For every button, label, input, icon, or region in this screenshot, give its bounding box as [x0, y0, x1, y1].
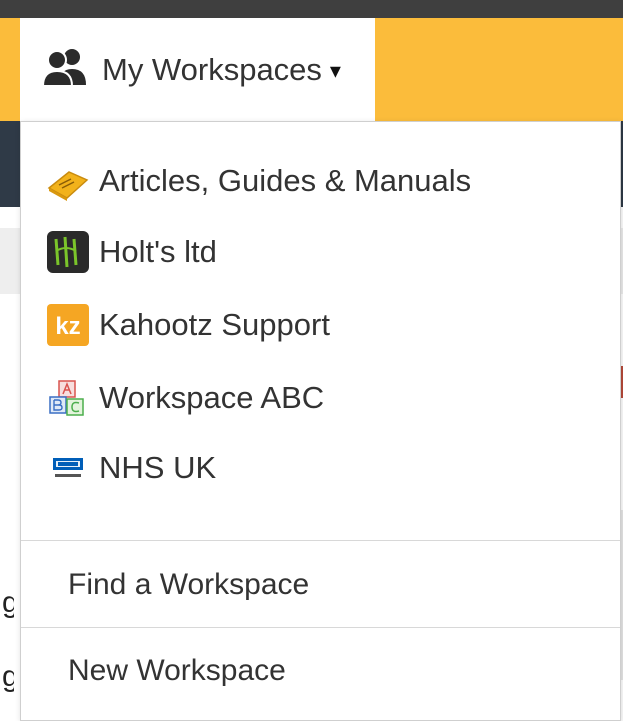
workspace-item-label: Workspace ABC: [99, 380, 325, 415]
kahootz-logo-icon: kz: [45, 302, 91, 348]
page-text-fragment: g: [2, 586, 14, 619]
workspace-item-label: Holt's ltd: [99, 234, 217, 269]
workspace-item-label: Kahootz Support: [99, 307, 330, 342]
caret-down-icon: ▾: [329, 57, 341, 83]
workspace-item-label: Articles, Guides & Manuals: [99, 163, 472, 198]
new-workspace-label: New Workspace: [68, 654, 286, 687]
menu-divider: [21, 540, 620, 541]
abc-blocks-icon: [45, 375, 91, 421]
top-strip: [0, 0, 623, 18]
page-text-fragment: g: [2, 660, 14, 693]
workspace-item-abc[interactable]: Workspace ABC: [21, 368, 620, 428]
my-workspaces-dropdown-toggle[interactable]: My Workspaces ▾: [20, 18, 375, 121]
workspaces-dropdown-menu: Articles, Guides & Manuals Holt's ltd kz…: [20, 121, 621, 721]
workspace-item-kahootz-support[interactable]: kz Kahootz Support: [21, 295, 620, 355]
users-icon: [20, 47, 88, 92]
find-workspace-link[interactable]: Find a Workspace: [21, 555, 620, 615]
workspace-item-nhs-uk[interactable]: NHS UK: [21, 438, 620, 498]
monster-logo-icon: [45, 229, 91, 275]
workspace-item-articles[interactable]: Articles, Guides & Manuals: [21, 151, 620, 211]
workspace-item-holts[interactable]: Holt's ltd: [21, 222, 620, 282]
book-icon: [45, 158, 91, 204]
kahootz-badge-text: kz: [55, 313, 80, 340]
new-workspace-link[interactable]: New Workspace: [21, 641, 620, 701]
workspace-item-label: NHS UK: [99, 450, 217, 485]
menu-divider: [21, 627, 620, 628]
find-workspace-label: Find a Workspace: [68, 568, 310, 601]
nhs-england-logo-icon: [45, 445, 91, 491]
my-workspaces-label: My Workspaces: [102, 51, 322, 87]
